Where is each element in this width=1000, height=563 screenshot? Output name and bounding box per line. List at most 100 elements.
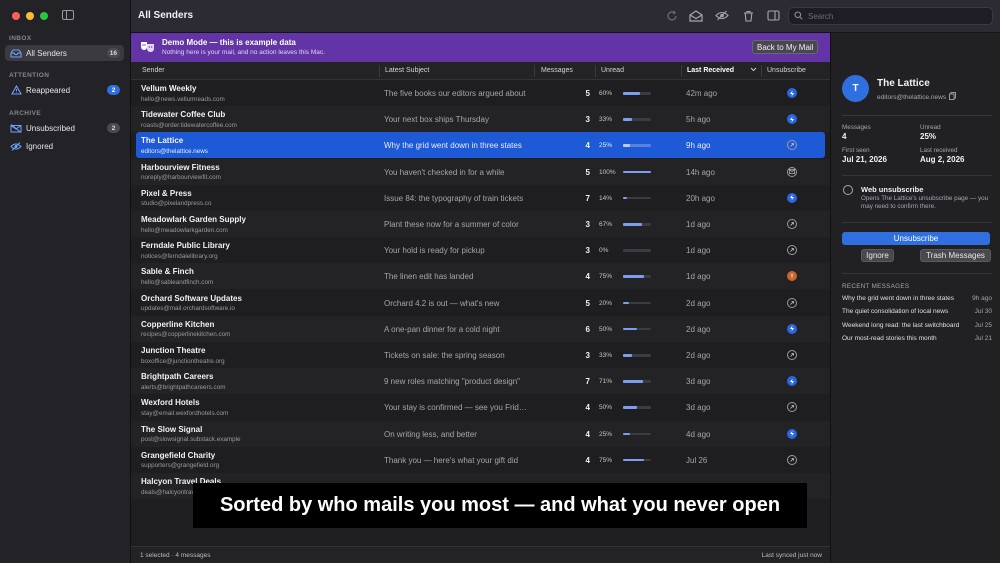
divider	[842, 115, 992, 116]
trash-messages-button[interactable]: Trash Messages	[920, 249, 991, 262]
stat-value-last-received: Aug 2, 2026	[920, 155, 965, 164]
refresh-icon[interactable]	[665, 9, 679, 22]
table-row[interactable]: The Lattice editors@thelattice.news Why th…	[136, 132, 825, 159]
table-row[interactable]: Junction Theatre boxoffice@junctiontheatr…	[131, 342, 830, 368]
back-to-my-mail-button[interactable]: Back to My Mail	[752, 40, 819, 54]
sidebar-item-count: 2	[107, 123, 120, 133]
close-window-button[interactable]	[12, 12, 20, 20]
search-field[interactable]	[788, 7, 993, 25]
table-row[interactable]: The Slow Signal post@slowsignal.substack.…	[131, 420, 830, 447]
recent-message-date: Jul 21	[974, 334, 992, 342]
web-unsubscribe-icon[interactable]	[787, 297, 797, 308]
table-row[interactable]: Brightpath Careers alerts@brightpathcaree…	[131, 368, 830, 395]
column-header-subject[interactable]: Latest Subject	[385, 67, 429, 74]
recent-message-item[interactable]: Weekend long read: the last switchboard J…	[842, 322, 992, 332]
last-received: 4d ago	[686, 429, 711, 439]
envelope-open-icon[interactable]	[689, 9, 703, 22]
search-icon	[794, 10, 803, 22]
eye-slash-icon[interactable]	[715, 9, 729, 22]
search-input[interactable]	[808, 11, 978, 21]
table-row[interactable]: Harbourview Fitness noreply@harbourviewfi…	[131, 158, 830, 185]
recent-message-date: 9h ago	[972, 295, 992, 302]
web-unsubscribe-icon[interactable]	[787, 350, 797, 360]
latest-subject: You haven't checked in for a while	[384, 167, 505, 177]
recent-message-item[interactable]: Why the grid went down in three states 9h…	[842, 295, 992, 305]
sidebar-item-all-senders[interactable]: All Senders 16	[5, 45, 124, 61]
latest-subject: Why the grid went down in three states	[384, 141, 522, 151]
caption-overlay: Sorted by who mails you most — and what …	[193, 483, 807, 528]
table-row[interactable]: Meadowlark Garden Supply hello@meadowlark…	[131, 211, 830, 237]
table-row[interactable]: Pixel & Press studio@pixelandpress.co Issu…	[131, 185, 830, 211]
table-row[interactable]: Ferndale Public Library notices@ferndalel…	[131, 237, 830, 263]
mail-unsubscribe-icon[interactable]	[787, 166, 797, 177]
table-row[interactable]: Wexford Hotels stay@email.wexfordhotels.c…	[131, 394, 830, 420]
copy-icon[interactable]	[949, 92, 957, 102]
unread-bar	[623, 354, 651, 357]
unread-bar-fill	[623, 354, 633, 357]
divider	[842, 175, 992, 176]
recent-message-item[interactable]: The quiet consolidation of local news Jul…	[842, 308, 992, 318]
unread-percent: 75%	[599, 273, 613, 281]
last-received: 5h ago	[686, 115, 711, 125]
trash-icon[interactable]	[741, 9, 755, 22]
unsubscribe-button[interactable]: Unsubscribe	[842, 232, 990, 245]
table-row[interactable]: Grangefield Charity supporters@grangefiel…	[131, 447, 830, 473]
unread-bar-fill	[623, 275, 644, 278]
message-count: 4	[585, 403, 590, 413]
sender-email: stay@email.wexfordhotels.com	[141, 409, 229, 417]
column-header-messages[interactable]: Messages	[541, 67, 573, 74]
message-count: 4	[585, 141, 590, 151]
unsubscribe-warning-icon[interactable]	[787, 271, 797, 282]
section-heading-inbox: INBOX	[9, 35, 32, 42]
web-unsubscribe-icon[interactable]	[787, 402, 797, 413]
table-row[interactable]: Vellum Weekly hello@news.vellumreads.com T…	[131, 80, 830, 106]
message-count: 3	[585, 220, 590, 229]
latest-subject: Your next box ships Thursday	[384, 115, 489, 125]
web-unsubscribe-icon[interactable]	[787, 245, 797, 256]
sidebar-toggle-icon[interactable]	[62, 10, 74, 20]
column-divider	[379, 65, 380, 77]
sidebar-item-ignored[interactable]: Ignored	[5, 138, 124, 154]
one-click-unsubscribe-icon[interactable]	[787, 88, 797, 98]
latest-subject: Plant these now for a summer of color	[384, 220, 519, 229]
latest-subject: Issue 84: the typography of train ticket…	[384, 193, 524, 203]
inspector-toggle-icon[interactable]	[766, 9, 780, 22]
minimize-window-button[interactable]	[26, 12, 34, 20]
sender-name: The Lattice	[877, 78, 930, 89]
unread-percent: 0%	[599, 247, 609, 255]
web-unsubscribe-icon[interactable]	[787, 454, 797, 465]
table-row[interactable]: Copperline Kitchen recipes@copperlinekitc…	[131, 315, 830, 342]
column-header-unsubscribe[interactable]: Unsubscribe	[767, 67, 806, 74]
table-row[interactable]: Tidewater Coffee Club roasts@order.tidewa…	[131, 106, 830, 133]
sender-name: Vellum Weekly	[141, 84, 197, 93]
last-received: Jul 26	[686, 455, 708, 465]
zoom-window-button[interactable]	[40, 12, 48, 20]
sort-chevron-down-icon[interactable]	[750, 66, 757, 74]
table-row[interactable]: Orchard Software Updates updates@mail.orc…	[131, 290, 830, 316]
recent-message-item[interactable]: Our most-read stories this month Jul 21	[842, 335, 992, 345]
unread-bar	[623, 92, 651, 95]
message-count: 3	[585, 246, 590, 256]
column-header-last-received[interactable]: Last Received	[687, 67, 734, 74]
ignore-button[interactable]: Ignore	[861, 249, 894, 262]
web-unsubscribe-icon[interactable]	[787, 140, 797, 151]
sender-email: editors@thelattice.news	[877, 93, 947, 101]
recent-message-subject: Why the grid went down in three states	[842, 295, 955, 302]
one-click-unsubscribe-icon[interactable]	[787, 323, 797, 334]
one-click-unsubscribe-icon[interactable]	[787, 376, 797, 387]
unread-bar	[623, 327, 651, 331]
sidebar-item-unsubscribed[interactable]: Unsubscribed 2	[5, 120, 124, 136]
one-click-unsubscribe-icon[interactable]	[787, 428, 797, 439]
sender-name: Wexford Hotels	[141, 398, 200, 408]
sidebar-item-reappeared[interactable]: Reappeared 2	[5, 82, 124, 98]
table-row[interactable]: Sable & Finch hello@sableandfinch.com The …	[131, 263, 830, 290]
sender-email: studio@pixelandpress.co	[141, 200, 212, 208]
one-click-unsubscribe-icon[interactable]	[787, 192, 797, 203]
column-header-unread[interactable]: Unread	[601, 67, 624, 74]
web-unsubscribe-icon[interactable]	[787, 219, 797, 229]
column-header-sender[interactable]: Sender	[142, 67, 165, 74]
demo-mode-banner: Demo Mode — this is example data Nothing…	[131, 33, 830, 62]
one-click-unsubscribe-icon[interactable]	[787, 114, 797, 125]
sender-email: editors@thelattice.news	[141, 147, 208, 155]
stat-label-messages: Messages	[842, 124, 871, 131]
